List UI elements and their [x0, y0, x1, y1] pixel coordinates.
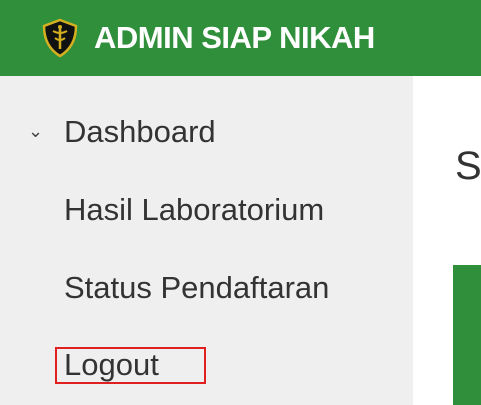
summary-card[interactable] — [453, 265, 481, 405]
chevron-down-icon[interactable]: ⌄ — [28, 122, 43, 140]
sidebar-item-hasil-laboratorium[interactable]: Hasil Laboratorium — [64, 194, 324, 225]
shield-logo-icon[interactable] — [40, 18, 80, 58]
main-content: S — [413, 76, 481, 405]
logout-highlight-box — [55, 347, 206, 384]
sidebar-item-status-pendaftaran[interactable]: Status Pendaftaran — [64, 272, 329, 303]
app-title[interactable]: ADMIN SIAP NIKAH — [94, 20, 375, 56]
sidebar-item-dashboard[interactable]: Dashboard — [64, 116, 216, 147]
top-navbar: ADMIN SIAP NIKAH — [0, 0, 481, 76]
page-heading: S — [455, 144, 481, 188]
